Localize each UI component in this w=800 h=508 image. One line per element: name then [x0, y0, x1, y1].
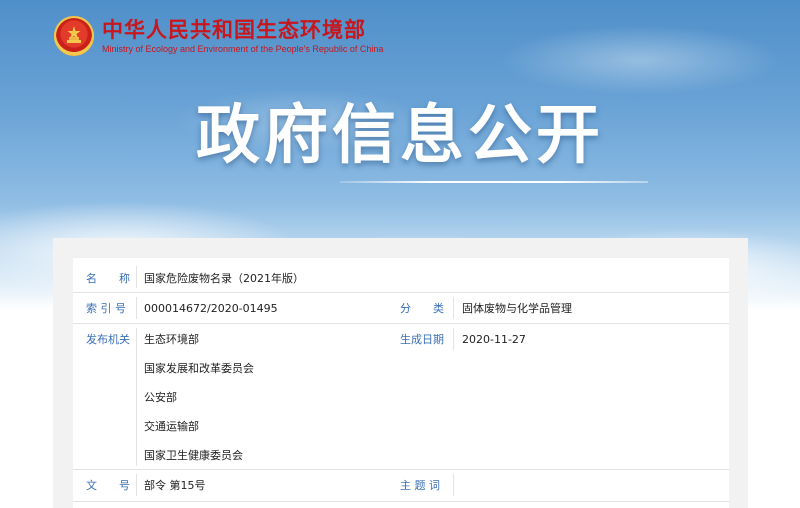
name-label: 名 称: [86, 272, 130, 285]
row-docno: 文 号 部令 第15号 主 题 词: [73, 470, 729, 502]
ministry-name-cn[interactable]: 中华人民共和国生态环境部: [102, 18, 383, 42]
ministry-titles: 中华人民共和国生态环境部 Ministry of Ecology and Env…: [102, 18, 383, 55]
row-index: 索 引 号 000014672/2020-01495 分 类 固体废物与化学品管…: [73, 293, 729, 324]
category-value: 固体废物与化学品管理: [462, 302, 572, 315]
issuer-item: 国家卫生健康委员会: [144, 449, 243, 462]
divider: [453, 297, 454, 319]
divider: [136, 474, 137, 496]
national-emblem-icon[interactable]: [54, 16, 94, 56]
date-label: 生成日期: [400, 333, 444, 346]
issuer-item: 交通运输部: [144, 420, 199, 433]
site-header: 中华人民共和国生态环境部 Ministry of Ecology and Env…: [54, 16, 383, 56]
issuer-item: 生态环境部: [144, 333, 199, 346]
divider: [136, 266, 137, 288]
issuer-label: 发布机关: [86, 333, 130, 346]
divider: [453, 474, 454, 496]
index-value: 000014672/2020-01495: [144, 302, 278, 315]
date-value: 2020-11-27: [462, 333, 526, 346]
subject-label: 主 题 词: [400, 479, 440, 492]
docno-label: 文 号: [86, 479, 130, 492]
issuer-item: 公安部: [144, 391, 177, 404]
row-name: 名 称 国家危险废物名录（2021年版）: [73, 258, 729, 293]
info-table: 名 称 国家危险废物名录（2021年版） 索 引 号 000014672/202…: [73, 258, 729, 508]
banner-title: 政府信息公开: [196, 99, 604, 173]
ministry-name-en: Ministry of Ecology and Environment of t…: [102, 43, 384, 54]
name-value: 国家危险废物名录（2021年版）: [144, 272, 304, 285]
category-label: 分 类: [400, 302, 444, 315]
divider: [136, 297, 137, 319]
issuer-item: 国家发展和改革委员会: [144, 362, 254, 375]
divider: [136, 328, 137, 466]
docno-value: 部令 第15号: [144, 479, 206, 492]
row-issuer: 发布机关 生态环境部 国家发展和改革委员会 公安部 交通运输部 国家卫生健康委员…: [73, 324, 729, 470]
banner-divider: [340, 181, 648, 183]
divider: [453, 328, 454, 350]
index-label: 索 引 号: [86, 302, 126, 315]
